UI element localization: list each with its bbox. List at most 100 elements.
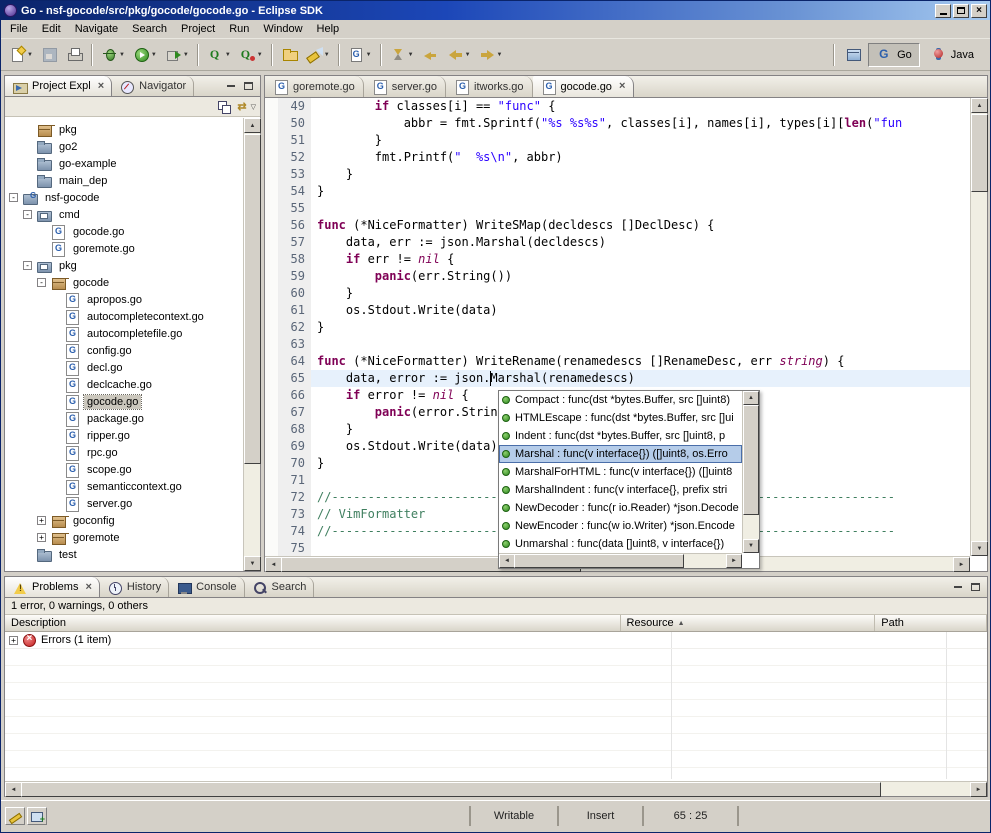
maximize-view-button[interactable]: [968, 581, 983, 594]
scroll-down-button[interactable]: ▼: [743, 539, 759, 553]
pencil-icon[interactable]: [5, 807, 25, 825]
scroll-up-button[interactable]: ▲: [743, 391, 759, 405]
collapse-icon[interactable]: -: [9, 193, 18, 202]
editor-tab-gocode.go[interactable]: gocode.go×: [533, 76, 635, 97]
dropdown-arrow-icon[interactable]: ▼: [465, 52, 471, 58]
scrollbar-thumb[interactable]: [514, 554, 684, 568]
dropdown-arrow-icon[interactable]: ▼: [183, 52, 189, 58]
profile-button[interactable]: ▼: [236, 43, 266, 67]
new-wizard-button[interactable]: ▼: [6, 43, 36, 67]
editor-tab-goremote.go[interactable]: goremote.go: [265, 76, 364, 97]
dropdown-arrow-icon[interactable]: ▼: [366, 52, 372, 58]
tree-item[interactable]: autocompletefile.go: [5, 325, 243, 342]
dropdown-arrow-icon[interactable]: ▼: [257, 52, 263, 58]
code-line[interactable]: 54}: [265, 183, 970, 200]
dropdown-arrow-icon[interactable]: ▼: [151, 52, 157, 58]
last-edit-button[interactable]: [419, 43, 442, 67]
tree-item[interactable]: package.go: [5, 410, 243, 427]
annotation-nav-button[interactable]: ▼: [387, 43, 417, 67]
expand-icon[interactable]: +: [9, 636, 18, 645]
tree-item[interactable]: autocompletecontext.go: [5, 308, 243, 325]
dropdown-arrow-icon[interactable]: ▼: [324, 52, 330, 58]
menu-item-navigate[interactable]: Navigate: [68, 21, 125, 37]
scrollbar-thumb[interactable]: [244, 134, 261, 464]
scroll-left-button[interactable]: ◄: [265, 557, 282, 572]
code-line[interactable]: 53 }: [265, 166, 970, 183]
dropdown-arrow-icon[interactable]: ▼: [408, 52, 414, 58]
dropdown-arrow-icon[interactable]: ▼: [119, 52, 125, 58]
tree-item[interactable]: decl.go: [5, 359, 243, 376]
explorer-tree[interactable]: pkggo2go-examplemain_dep-nsf-gocode-cmdg…: [5, 118, 243, 571]
print-button[interactable]: [63, 43, 86, 67]
dropdown-arrow-icon[interactable]: ▼: [497, 52, 503, 58]
tree-item[interactable]: -pkg: [5, 257, 243, 274]
tree-item[interactable]: test: [5, 546, 243, 563]
scroll-right-button[interactable]: ►: [726, 554, 742, 568]
scroll-right-button[interactable]: ►: [970, 782, 987, 797]
close-icon[interactable]: ×: [85, 582, 91, 593]
open-folder-button[interactable]: [278, 43, 301, 67]
tree-item[interactable]: config.go: [5, 342, 243, 359]
problems-row[interactable]: +Errors (1 item): [5, 632, 987, 649]
tree-item[interactable]: gocode.go: [5, 393, 243, 410]
flashlight-search-button[interactable]: ▼: [303, 43, 333, 67]
collapse-icon[interactable]: -: [23, 210, 32, 219]
tree-item[interactable]: go2: [5, 138, 243, 155]
link-with-editor-icon[interactable]: ⇄: [237, 100, 246, 113]
tree-item[interactable]: go-example: [5, 155, 243, 172]
coverage-button[interactable]: ▼: [204, 43, 234, 67]
code-line[interactable]: 61 os.Stdout.Write(data): [265, 302, 970, 319]
minimize-view-button[interactable]: [223, 80, 238, 93]
autocomplete-item[interactable]: MarshalIndent : func(v interface{}, pref…: [499, 481, 742, 499]
autocomplete-item[interactable]: Compact : func(dst *bytes.Buffer, src []…: [499, 391, 742, 409]
code-line[interactable]: 65 data, error := json.Marshal(renamedes…: [265, 370, 970, 387]
autocomplete-item[interactable]: NewDecoder : func(r io.Reader) *json.Dec…: [499, 499, 742, 517]
fast-view-icon[interactable]: [27, 807, 47, 825]
editor-tab-itworks.go[interactable]: itworks.go: [446, 76, 533, 97]
maximize-button[interactable]: [953, 4, 969, 18]
dropdown-arrow-icon[interactable]: ▼: [225, 52, 231, 58]
expand-icon[interactable]: +: [37, 533, 46, 542]
code-line[interactable]: 56func (*NiceFormatter) WriteSMap(declde…: [265, 217, 970, 234]
view-menu-icon[interactable]: ▽: [251, 103, 256, 111]
expand-icon[interactable]: +: [37, 516, 46, 525]
tree-item[interactable]: semanticcontext.go: [5, 478, 243, 495]
code-line[interactable]: 50 abbr = fmt.Sprintf("%s %s%s", classes…: [265, 115, 970, 132]
tree-item[interactable]: server.go: [5, 495, 243, 512]
code-line[interactable]: 60 }: [265, 285, 970, 302]
tree-item[interactable]: apropos.go: [5, 291, 243, 308]
tree-item[interactable]: scope.go: [5, 461, 243, 478]
collapse-icon[interactable]: -: [37, 278, 46, 287]
tree-item[interactable]: -cmd: [5, 206, 243, 223]
editor-tab-server.go[interactable]: server.go: [364, 76, 446, 97]
popup-horizontal-scrollbar[interactable]: ◄ ►: [499, 553, 742, 568]
code-line[interactable]: 64func (*NiceFormatter) WriteRename(rena…: [265, 353, 970, 370]
debug-button[interactable]: ▼: [98, 43, 128, 67]
code-line[interactable]: 49 if classes[i] == "func" {: [265, 98, 970, 115]
scroll-down-button[interactable]: ▼: [244, 556, 261, 571]
scroll-left-button[interactable]: ◄: [499, 554, 515, 568]
close-icon[interactable]: ×: [619, 81, 625, 92]
autocomplete-item[interactable]: Marshal : func(v interface{}) ([]uint8, …: [499, 445, 742, 463]
problems-horizontal-scrollbar[interactable]: ◄ ►: [5, 781, 987, 796]
editor-vertical-scrollbar[interactable]: ▲ ▼: [970, 98, 987, 556]
menu-item-edit[interactable]: Edit: [35, 21, 68, 37]
scroll-up-button[interactable]: ▲: [971, 98, 988, 113]
column-header-description[interactable]: Description: [5, 615, 621, 631]
tree-item[interactable]: ripper.go: [5, 427, 243, 444]
open-perspective-button[interactable]: [842, 43, 865, 67]
autocomplete-item[interactable]: NewEncoder : func(w io.Writer) *json.Enc…: [499, 517, 742, 535]
tree-item[interactable]: +goconfig: [5, 512, 243, 529]
tree-item[interactable]: -gocode: [5, 274, 243, 291]
menu-item-search[interactable]: Search: [125, 21, 174, 37]
autocomplete-item[interactable]: Indent : func(dst *bytes.Buffer, src []u…: [499, 427, 742, 445]
close-button[interactable]: ×: [971, 4, 987, 18]
tree-item[interactable]: declcache.go: [5, 376, 243, 393]
back-button[interactable]: ▼: [444, 43, 474, 67]
scroll-down-button[interactable]: ▼: [971, 541, 988, 556]
tab-search[interactable]: Search: [245, 577, 315, 597]
collapse-icon[interactable]: -: [23, 261, 32, 270]
explorer-scrollbar[interactable]: ▲ ▼: [243, 118, 260, 571]
minimize-view-button[interactable]: [950, 581, 965, 594]
perspective-java-button[interactable]: Java: [922, 43, 982, 67]
